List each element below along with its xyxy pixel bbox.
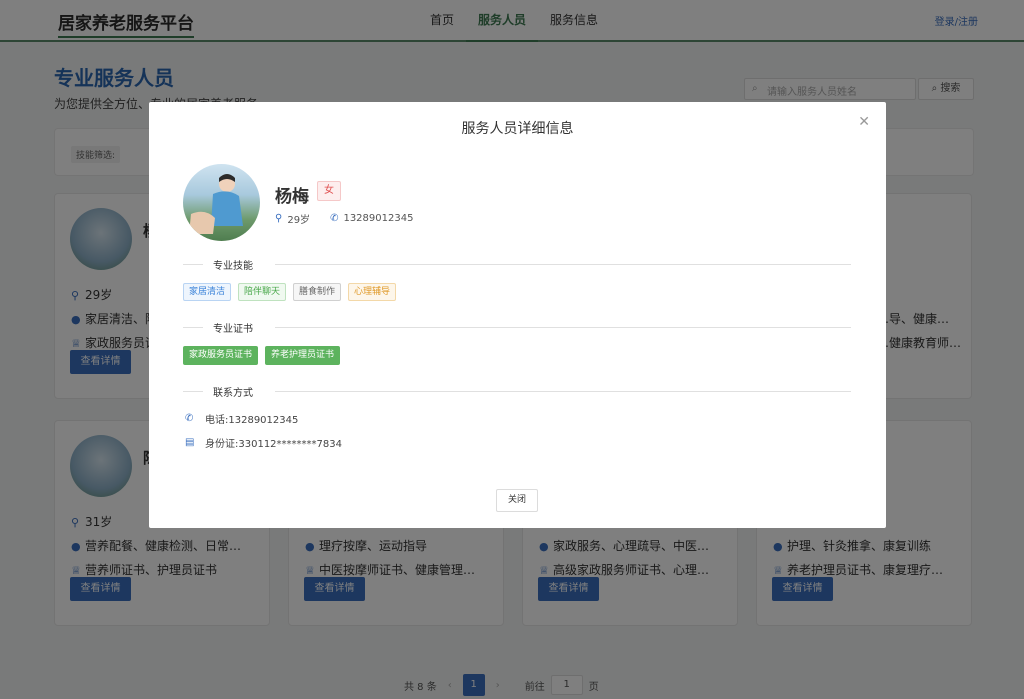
phone-icon: ✆ — [185, 413, 194, 424]
skills-section-header: 专业技能 — [183, 257, 851, 272]
certs-section-header: 专业证书 — [183, 320, 851, 335]
skills-section-title: 专业技能 — [213, 257, 261, 272]
staff-detail-modal: 服务人员详细信息 ✕ 杨梅 女 ⚲ 29岁 ✆ 13289012345 专业技能… — [149, 102, 886, 528]
modal-title: 服务人员详细信息 — [461, 121, 574, 137]
contact-section-header: 联系方式 — [183, 384, 851, 399]
contact-section-title: 联系方式 — [213, 384, 261, 399]
contact-phone: ✆ 电话:13289012345 — [185, 411, 298, 426]
avatar — [183, 164, 260, 241]
certs-section-title: 专业证书 — [213, 320, 261, 335]
skill-tag: 膳食制作 — [293, 283, 342, 301]
contact-id: ▤ 身份证:330112********7834 — [185, 435, 342, 450]
skill-tag: 陪伴聊天 — [238, 283, 287, 301]
staff-name: 杨梅 — [275, 187, 309, 207]
cert-tags: 家政服务员证书 养老护理员证书 — [183, 346, 347, 365]
phone-icon: ✆ — [330, 213, 339, 224]
close-icon[interactable]: ✕ — [858, 114, 870, 130]
contact-phone-text: 电话:13289012345 — [205, 415, 299, 426]
staff-phone: 13289012345 — [343, 213, 414, 224]
skill-tag: 心理辅导 — [348, 283, 397, 301]
contact-id-text: 身份证:330112********7834 — [205, 439, 342, 450]
staff-age: 29岁 — [287, 215, 311, 226]
cert-tag: 养老护理员证书 — [265, 346, 341, 365]
gender-badge: 女 — [317, 181, 341, 201]
avatar-photo — [189, 174, 243, 234]
skills-tags: 家居清洁 陪伴聊天 膳食制作 心理辅导 — [183, 283, 403, 301]
id-card-icon: ▤ — [185, 437, 195, 448]
cert-tag: 家政服务员证书 — [183, 346, 259, 365]
staff-meta: ⚲ 29岁 ✆ 13289012345 — [275, 211, 413, 226]
close-button[interactable]: 关闭 — [496, 489, 538, 512]
user-icon: ⚲ — [275, 213, 283, 224]
skill-tag: 家居清洁 — [183, 283, 232, 301]
